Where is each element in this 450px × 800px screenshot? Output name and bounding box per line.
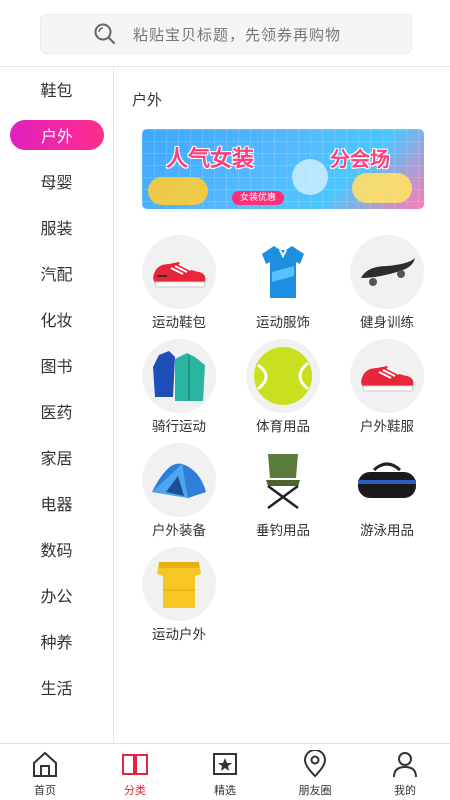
tab-mine[interactable]: 我的 (360, 744, 450, 800)
star-page-icon (211, 750, 239, 778)
banner-decoration (292, 159, 328, 195)
yellow-top-icon (142, 547, 216, 621)
sidebar-item-makeup[interactable]: 化妆 (0, 303, 113, 335)
sidebar-item-digital[interactable]: 数码 (0, 533, 113, 565)
category-label: 运动户外 (152, 627, 206, 643)
tab-label: 分类 (124, 784, 146, 797)
category-outdoor-apparel[interactable]: 户外鞋服 (335, 339, 439, 435)
category-label: 运动鞋包 (152, 315, 206, 331)
tab-moments[interactable]: 朋友圈 (270, 744, 360, 800)
folding-chair-icon (246, 443, 320, 517)
category-sports-outdoor[interactable]: 运动户外 (127, 547, 231, 643)
category-label: 垂钓用品 (256, 523, 310, 539)
sidebar-item-appliances[interactable]: 电器 (0, 487, 113, 519)
search-icon (93, 22, 117, 46)
search-placeholder: 粘贴宝贝标题，先领券再购物 (133, 25, 342, 44)
tennis-ball-icon (246, 339, 320, 413)
user-icon (391, 750, 419, 778)
jacket-icon (142, 339, 216, 413)
category-label: 骑行运动 (152, 419, 206, 435)
category-sidebar: 鞋包 户外 母婴 服装 汽配 化妆 图书 医药 家居 电器 数码 办公 种养 生… (0, 67, 114, 743)
search-bar: 粘贴宝贝标题，先领券再购物 (0, 0, 450, 66)
category-fitness[interactable]: 健身训练 (335, 235, 439, 331)
tab-home[interactable]: 首页 (0, 744, 90, 800)
category-label: 体育用品 (256, 419, 310, 435)
sidebar-item-books[interactable]: 图书 (0, 349, 113, 381)
banner-subtitle: 分会场 (330, 147, 390, 171)
book-icon (121, 750, 149, 778)
location-pin-icon (301, 749, 329, 778)
promo-banner[interactable]: 人气女装 分会场 女装优惠 (142, 129, 424, 209)
category-label: 户外装备 (152, 523, 206, 539)
home-icon (31, 750, 59, 778)
sport-shirt-icon (246, 235, 320, 309)
bottom-tab-bar: 首页 分类 精选 朋友圈 我的 (0, 743, 450, 800)
sidebar-item-medicine[interactable]: 医药 (0, 395, 113, 427)
sidebar-item-clothing[interactable]: 服装 (0, 211, 113, 243)
category-label: 健身训练 (360, 315, 414, 331)
sidebar-item-shoes-bags[interactable]: 鞋包 (0, 73, 113, 105)
sidebar-item-office[interactable]: 办公 (0, 579, 113, 611)
tab-label: 我的 (394, 784, 416, 797)
sidebar-item-home[interactable]: 家居 (0, 441, 113, 473)
tent-icon (142, 443, 216, 517)
category-content: 户外 人气女装 分会场 女装优惠 运动鞋包 运动服饰 健身训练 骑行运动 体育用… (114, 67, 450, 743)
banner-chip: 女装优惠 (232, 191, 285, 205)
tab-featured[interactable]: 精选 (180, 744, 270, 800)
tab-label: 首页 (34, 784, 56, 797)
category-sports-goods[interactable]: 体育用品 (231, 339, 335, 435)
category-cycling[interactable]: 骑行运动 (127, 339, 231, 435)
category-label: 运动服饰 (256, 315, 310, 331)
category-fishing[interactable]: 垂钓用品 (231, 443, 335, 539)
tab-label: 精选 (214, 784, 236, 797)
banner-headline: 人气女装 (166, 147, 255, 172)
search-input[interactable]: 粘贴宝贝标题，先领券再购物 (40, 14, 412, 54)
category-sport-shoes[interactable]: 运动鞋包 (127, 235, 231, 331)
category-swimming[interactable]: 游泳用品 (335, 443, 439, 539)
banner-decoration (352, 173, 412, 203)
category-sportswear[interactable]: 运动服饰 (231, 235, 335, 331)
sidebar-item-baby[interactable]: 母婴 (0, 165, 113, 197)
category-outdoor-gear[interactable]: 户外装备 (127, 443, 231, 539)
category-label: 游泳用品 (360, 523, 414, 539)
outdoor-shoe-icon (350, 339, 424, 413)
tab-category[interactable]: 分类 (90, 744, 180, 800)
running-shoe-icon (142, 235, 216, 309)
banner-decoration (148, 177, 208, 205)
category-label: 户外鞋服 (360, 419, 414, 435)
sidebar-item-life[interactable]: 生活 (0, 671, 113, 703)
tab-label: 朋友圈 (298, 784, 332, 797)
section-title: 户外 (132, 91, 163, 109)
sidebar-item-auto[interactable]: 汽配 (0, 257, 113, 289)
duffel-bag-icon (350, 443, 424, 517)
skateboard-icon (350, 235, 424, 309)
sidebar-item-gardening[interactable]: 种养 (0, 625, 113, 657)
sidebar-item-outdoor[interactable]: 户外 (10, 120, 104, 150)
